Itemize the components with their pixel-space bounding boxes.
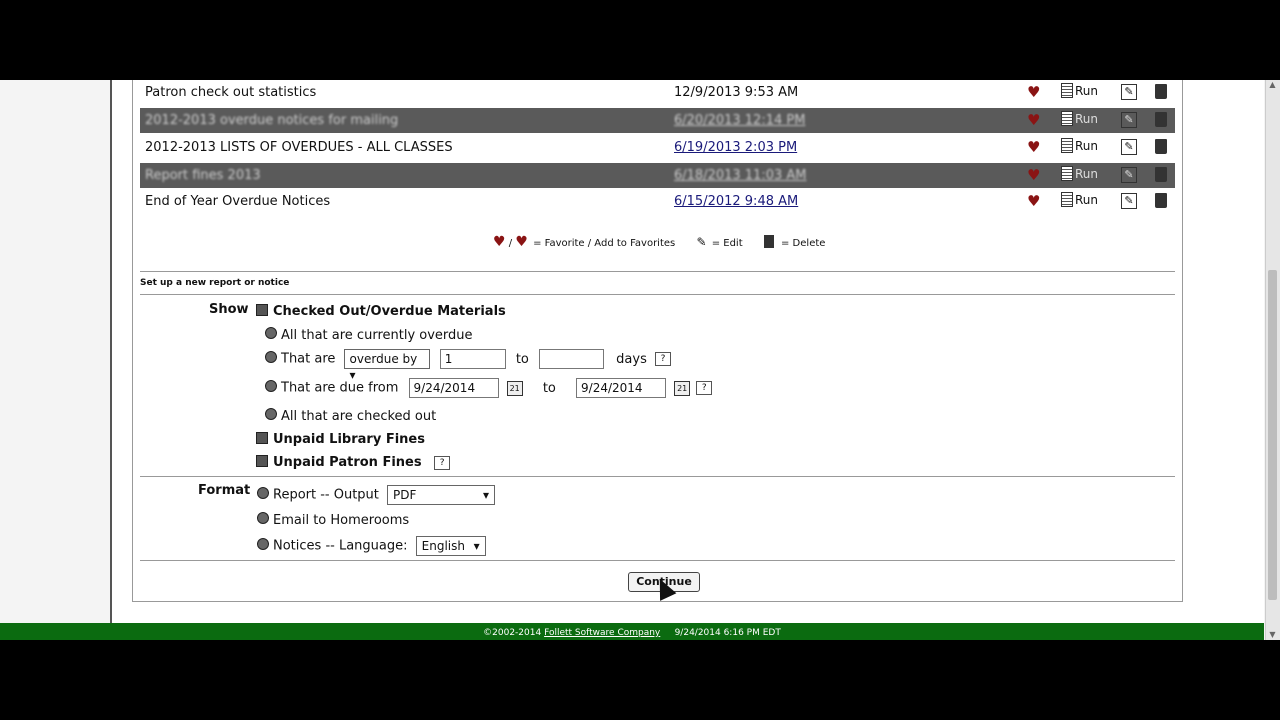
edit-icon[interactable]: ✎ <box>1121 112 1137 128</box>
edit-icon[interactable]: ✎ <box>1121 167 1137 183</box>
radio[interactable] <box>265 350 277 363</box>
run-button[interactable]: Run <box>1061 83 1098 98</box>
email-homerooms-option[interactable]: Email to Homerooms <box>257 512 409 528</box>
reports-panel: Patron check out statistics 12/9/2013 9:… <box>132 80 1183 602</box>
favorite-heart-icon[interactable]: ♥ <box>1027 140 1045 155</box>
report-row: End of Year Overdue Notices 6/15/2012 9:… <box>140 189 1175 214</box>
report-date-link[interactable]: 6/19/2013 2:03 PM <box>674 140 797 155</box>
library-fines-option[interactable]: Unpaid Library Fines <box>256 432 425 447</box>
due-from-date-input[interactable]: 9/24/2014 <box>408 378 499 398</box>
edit-icon[interactable]: ✎ <box>1121 139 1137 155</box>
radio[interactable] <box>257 486 269 499</box>
divider <box>140 560 1175 561</box>
favorite-heart-icon[interactable]: ♥ <box>1027 113 1045 128</box>
format-label: Format <box>198 483 251 498</box>
report-date-link[interactable]: 6/15/2012 9:48 AM <box>674 194 798 209</box>
edit-icon[interactable]: ✎ <box>1121 84 1137 100</box>
report-row: Patron check out statistics 12/9/2013 9:… <box>140 80 1175 105</box>
show-label: Show <box>209 302 249 317</box>
days-to-input[interactable] <box>539 349 605 369</box>
trash-icon[interactable] <box>1155 139 1167 154</box>
run-button[interactable]: Run <box>1061 192 1098 207</box>
trash-icon[interactable] <box>1155 193 1167 208</box>
report-row: 2012-2013 LISTS OF OVERDUES - ALL CLASSE… <box>140 135 1175 160</box>
edit-icon[interactable]: ✎ <box>1121 193 1137 209</box>
trash-icon[interactable] <box>1155 84 1167 99</box>
checkbox[interactable] <box>256 304 268 316</box>
help-icon[interactable]: ? <box>696 381 713 395</box>
favorite-heart-icon[interactable]: ♥ <box>1027 194 1045 209</box>
trash-icon[interactable] <box>1155 112 1167 127</box>
divider <box>140 271 1175 272</box>
help-icon[interactable]: ? <box>434 455 451 470</box>
add-favorite-heart-icon: ♥ <box>515 234 528 250</box>
overdue-select[interactable]: overdue by ▾ <box>343 349 430 382</box>
vertical-scrollbar[interactable]: ▲ ▼ <box>1265 80 1280 640</box>
divider <box>140 476 1175 477</box>
run-button[interactable]: Run <box>1061 166 1098 181</box>
report-icon <box>1061 166 1073 181</box>
radio[interactable] <box>265 408 277 420</box>
report-icon <box>1061 192 1073 207</box>
heart-icon: ♥ <box>493 234 506 250</box>
overdue-by-option[interactable]: That are overdue by ▾ 1 to days ? <box>265 349 671 382</box>
edit-legend-icon: ✎ <box>696 235 707 249</box>
browser-viewport: Patron check out statistics 12/9/2013 9:… <box>0 80 1280 640</box>
checked-out-option[interactable]: Checked Out/Overdue Materials <box>256 304 506 319</box>
report-icon <box>1061 138 1073 153</box>
delete-legend-icon <box>763 235 774 248</box>
run-button[interactable]: Run <box>1061 111 1098 126</box>
output-select[interactable]: PDF ▾ <box>387 485 496 505</box>
due-from-option[interactable]: That are due from 9/24/2014 21 to 9/24/2… <box>265 378 713 398</box>
all-overdue-option[interactable]: All that are currently overdue <box>265 327 473 343</box>
notices-language-option[interactable]: Notices -- Language: English ▾ <box>257 536 486 556</box>
report-name: 2012-2013 LISTS OF OVERDUES - ALL CLASSE… <box>145 140 453 155</box>
help-icon[interactable]: ? <box>655 352 671 366</box>
radio[interactable] <box>265 327 277 339</box>
report-output-option[interactable]: Report -- Output PDF ▾ <box>257 485 496 505</box>
favorite-heart-icon[interactable]: ♥ <box>1027 85 1045 100</box>
checkbox[interactable] <box>256 432 268 444</box>
calendar-icon[interactable]: 21 <box>506 380 523 396</box>
report-date-link[interactable]: 6/18/2013 11:03 AM <box>674 168 807 183</box>
favorite-heart-icon[interactable]: ♥ <box>1027 168 1045 183</box>
radio[interactable] <box>265 379 277 392</box>
setup-title: Set up a new report or notice <box>140 278 290 288</box>
scroll-up-icon[interactable]: ▲ <box>1268 80 1277 90</box>
report-icon <box>1061 83 1073 98</box>
report-icon <box>1061 111 1073 126</box>
due-to-date-input[interactable]: 9/24/2014 <box>576 378 667 398</box>
page-footer: ©2002-2014 Follett Software Company 9/24… <box>0 623 1264 640</box>
run-button[interactable]: Run <box>1061 138 1098 153</box>
report-date-link[interactable]: 6/20/2013 12:14 PM <box>674 113 805 128</box>
report-name: End of Year Overdue Notices <box>145 194 331 209</box>
icon-legend: ♥ / ♥ = Favorite / Add to Favorites ✎ = … <box>493 234 826 250</box>
report-name: Report fines 2013 <box>145 168 261 183</box>
trash-icon[interactable] <box>1155 167 1167 182</box>
radio[interactable] <box>257 512 269 524</box>
report-row: Report fines 2013 6/18/2013 11:03 AM ♥ R… <box>140 163 1175 188</box>
page: Patron check out statistics 12/9/2013 9:… <box>112 80 1264 623</box>
company-link[interactable]: Follett Software Company <box>544 628 660 638</box>
language-select[interactable]: English ▾ <box>415 536 486 556</box>
patron-fines-option[interactable]: Unpaid Patron Fines ? <box>256 455 451 470</box>
report-row: 2012-2013 overdue notices for mailing 6/… <box>140 108 1175 133</box>
divider <box>140 294 1175 295</box>
days-from-input[interactable]: 1 <box>439 349 506 369</box>
all-checked-out-option[interactable]: All that are checked out <box>265 408 436 424</box>
report-date: 12/9/2013 9:53 AM <box>674 85 799 100</box>
checkbox[interactable] <box>256 455 268 467</box>
radio[interactable] <box>257 537 269 550</box>
scroll-down-icon[interactable]: ▼ <box>1268 630 1277 640</box>
report-name: Patron check out statistics <box>145 85 317 100</box>
report-name: 2012-2013 overdue notices for mailing <box>145 113 399 128</box>
calendar-icon[interactable]: 21 <box>674 380 691 396</box>
left-sidebar <box>0 80 112 623</box>
scroll-thumb[interactable] <box>1268 270 1277 600</box>
